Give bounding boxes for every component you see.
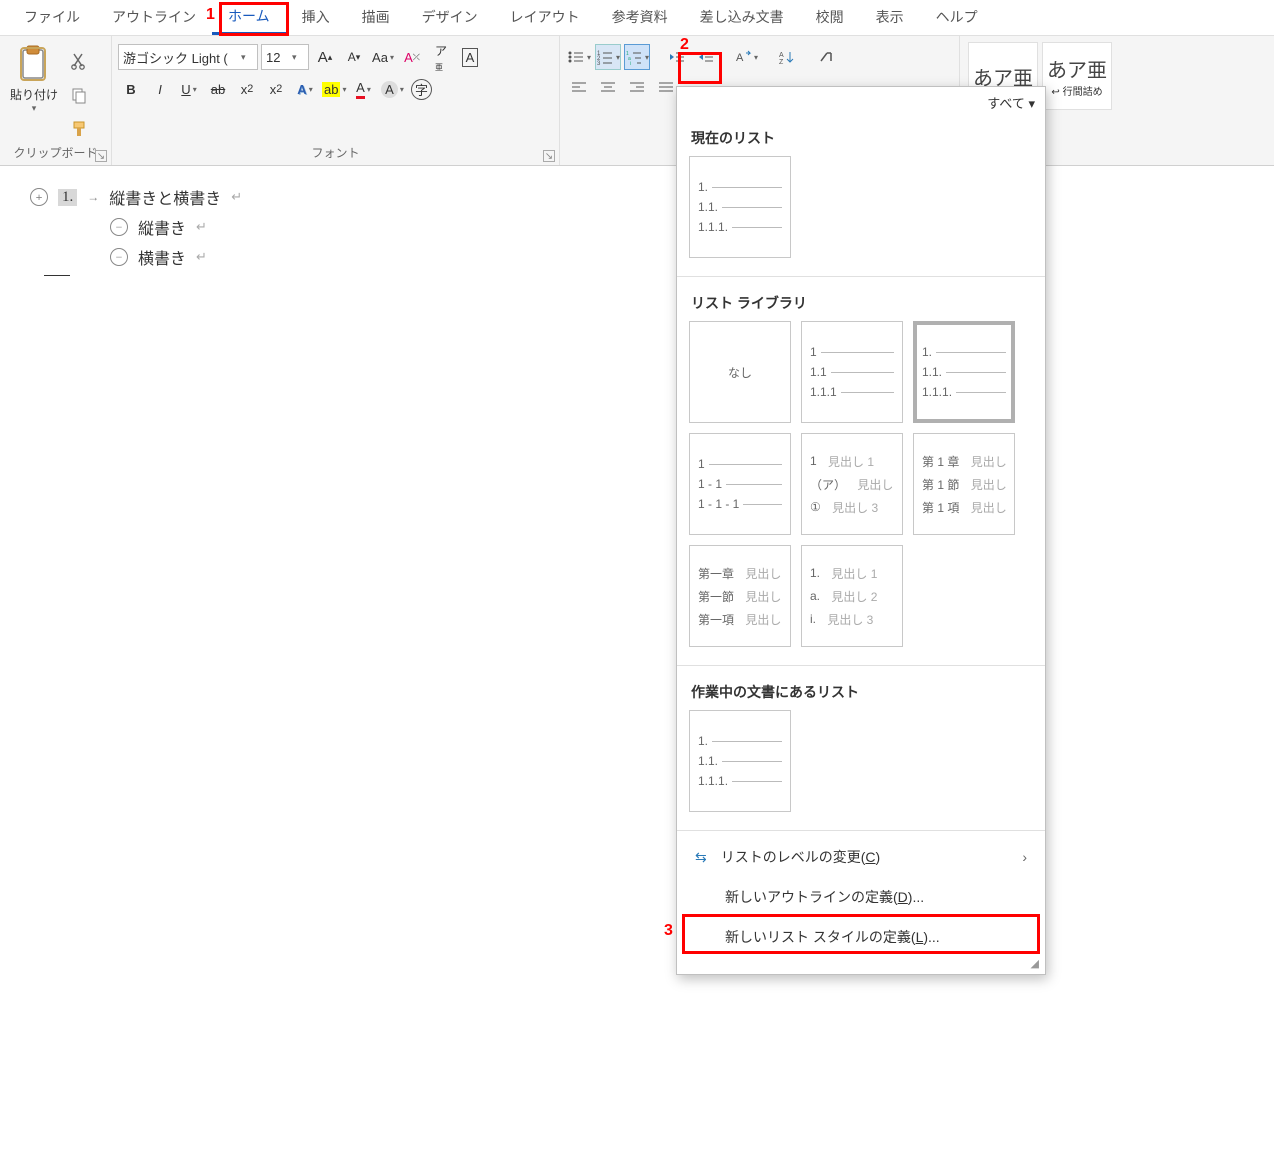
tile-lib-b[interactable]: 1 1.1 1.1.1 xyxy=(801,321,903,423)
document-outline: + 1. → 縦書きと横書き↵ − 縦書き↵ − 横書き↵ xyxy=(0,166,1274,295)
tab-references[interactable]: 参考資料 xyxy=(596,0,684,35)
svg-text:i: i xyxy=(630,61,631,65)
tile-lib-d[interactable]: 1 1 - 1 1 - 1 - 1 xyxy=(689,433,791,535)
phonetic-guide-button[interactable]: ア亜 xyxy=(428,44,454,70)
multilevel-list-dropdown: すべて ▾ 現在のリスト 1. 1.1. 1.1.1. リスト ライブラリ なし… xyxy=(676,86,1046,975)
tab-outline[interactable]: アウトライン xyxy=(96,0,212,35)
text-effects-button[interactable]: A xyxy=(292,76,318,102)
align-center-button[interactable] xyxy=(595,74,621,100)
outline-text[interactable]: 横書き xyxy=(138,245,186,269)
show-marks-button[interactable] xyxy=(813,44,839,70)
tab-insert[interactable]: 挿入 xyxy=(286,0,346,35)
outline-text[interactable]: 縦書き xyxy=(138,215,186,239)
char-shading-button[interactable]: A xyxy=(379,76,405,102)
clipboard-label: クリップボード xyxy=(6,142,105,163)
section-in-document: 作業中の文書にあるリスト xyxy=(677,672,1045,710)
subscript-button[interactable]: x2 xyxy=(234,76,260,102)
indent-icon: ⇆ xyxy=(695,849,707,866)
cut-button[interactable] xyxy=(66,48,92,74)
resize-grip[interactable]: ◢ xyxy=(677,957,1045,970)
tab-draw[interactable]: 描画 xyxy=(346,0,406,35)
text-direction-button[interactable]: A xyxy=(733,44,759,70)
tab-mailings[interactable]: 差し込み文書 xyxy=(684,0,800,35)
collapse-icon[interactable]: − xyxy=(110,248,128,266)
numbering-button[interactable]: 123 xyxy=(595,44,621,70)
strikethrough-button[interactable]: ab xyxy=(205,76,231,102)
tile-current[interactable]: 1. 1.1. 1.1.1. xyxy=(689,156,791,258)
svg-text:A: A xyxy=(779,52,784,59)
collapse-icon[interactable]: − xyxy=(110,218,128,236)
align-right-button[interactable] xyxy=(624,74,650,100)
expand-icon[interactable]: + xyxy=(30,188,48,206)
highlight-button[interactable]: ab xyxy=(321,76,347,102)
tile-lib-f[interactable]: 第 1 章 見出し 第 1 節 見出し 第 1 項 見出し xyxy=(913,433,1015,535)
group-clipboard: 貼り付け ▾ クリップボード ↘ xyxy=(0,36,112,165)
tab-help[interactable]: ヘルプ xyxy=(920,0,994,35)
bold-button[interactable]: B xyxy=(118,76,144,102)
ribbon-tabs: ファイル アウトライン ホーム 挿入 描画 デザイン レイアウト 参考資料 差し… xyxy=(0,0,1274,36)
tab-view[interactable]: 表示 xyxy=(860,0,920,35)
underline-button[interactable]: U xyxy=(176,76,202,102)
sort-button[interactable]: AZ xyxy=(773,44,799,70)
tile-lib-g[interactable]: 第一章 見出し 第一節 見出し 第一項 見出し xyxy=(689,545,791,647)
menu-new-outline[interactable]: 新しいアウトラインの定義(D)... xyxy=(677,877,1045,917)
menu-change-level[interactable]: ⇆ リストのレベルの変更(C) › xyxy=(677,837,1045,877)
tab-layout[interactable]: レイアウト xyxy=(494,0,596,35)
tile-lib-e[interactable]: 1 見出し 1 （ア） 見出し 2 ① 見出し 3 xyxy=(801,433,903,535)
clipboard-launcher[interactable]: ↘ xyxy=(95,150,107,162)
chevron-right-icon: › xyxy=(1022,849,1027,865)
svg-text:3: 3 xyxy=(597,61,601,65)
enclose-char-button[interactable]: A xyxy=(457,44,483,70)
increase-indent-button[interactable] xyxy=(693,44,719,70)
list-number: 1. xyxy=(58,189,77,206)
tile-none[interactable]: なし xyxy=(689,321,791,423)
superscript-button[interactable]: x2 xyxy=(263,76,289,102)
tab-mark: → xyxy=(87,190,99,205)
bullets-button[interactable] xyxy=(566,44,592,70)
tile-in-doc[interactable]: 1. 1.1. 1.1.1. xyxy=(689,710,791,812)
enclose-circled-button[interactable]: 字 xyxy=(408,76,434,102)
tile-lib-c[interactable]: 1. 1.1. 1.1.1. xyxy=(913,321,1015,423)
cursor-mark xyxy=(44,275,70,276)
group-font: 游ゴシック Light (▾ 12▾ A▴ A▾ Aa A⤫ ア亜 A B I … xyxy=(112,36,560,165)
font-family-combo[interactable]: 游ゴシック Light (▾ xyxy=(118,44,258,70)
font-color-button[interactable]: A xyxy=(350,76,376,102)
ribbon: 貼り付け ▾ クリップボード ↘ 游ゴシック Light (▾ 1 xyxy=(0,36,1274,166)
section-current: 現在のリスト xyxy=(677,118,1045,156)
annotation-3: 3 xyxy=(664,922,673,940)
grow-font-button[interactable]: A▴ xyxy=(312,44,338,70)
font-size-combo[interactable]: 12▾ xyxy=(261,44,309,70)
shrink-font-button[interactable]: A▾ xyxy=(341,44,367,70)
font-launcher[interactable]: ↘ xyxy=(543,150,555,162)
tab-home[interactable]: ホーム xyxy=(212,0,286,35)
paste-icon xyxy=(17,44,51,84)
italic-button[interactable]: I xyxy=(147,76,173,102)
change-case-button[interactable]: Aa xyxy=(370,44,396,70)
format-painter-button[interactable] xyxy=(66,116,92,142)
font-label: フォント xyxy=(118,142,553,163)
all-dropdown[interactable]: すべて ▾ xyxy=(987,93,1035,112)
clear-formatting-button[interactable]: A⤫ xyxy=(399,44,425,70)
outline-text[interactable]: 縦書きと横書き xyxy=(109,185,221,209)
multilevel-list-button[interactable]: 1ai xyxy=(624,44,650,70)
tab-review[interactable]: 校閲 xyxy=(800,0,860,35)
paste-label: 貼り付け xyxy=(10,86,58,103)
menu-new-list-style[interactable]: 新しいリスト スタイルの定義(L)... xyxy=(677,917,1045,957)
align-left-button[interactable] xyxy=(566,74,592,100)
tab-design[interactable]: デザイン xyxy=(406,0,494,35)
copy-button[interactable] xyxy=(66,82,92,108)
tile-lib-h[interactable]: 1. 見出し 1 a. 見出し 2 i. 見出し 3 xyxy=(801,545,903,647)
tab-file[interactable]: ファイル xyxy=(8,0,96,35)
paste-button[interactable]: 貼り付け ▾ xyxy=(6,40,62,118)
svg-text:A: A xyxy=(736,52,744,64)
section-library: リスト ライブラリ xyxy=(677,283,1045,321)
svg-text:Z: Z xyxy=(779,59,784,65)
style-no-spacing[interactable]: あア亜 ↩ 行間詰め xyxy=(1042,42,1112,110)
decrease-indent-button[interactable] xyxy=(664,44,690,70)
